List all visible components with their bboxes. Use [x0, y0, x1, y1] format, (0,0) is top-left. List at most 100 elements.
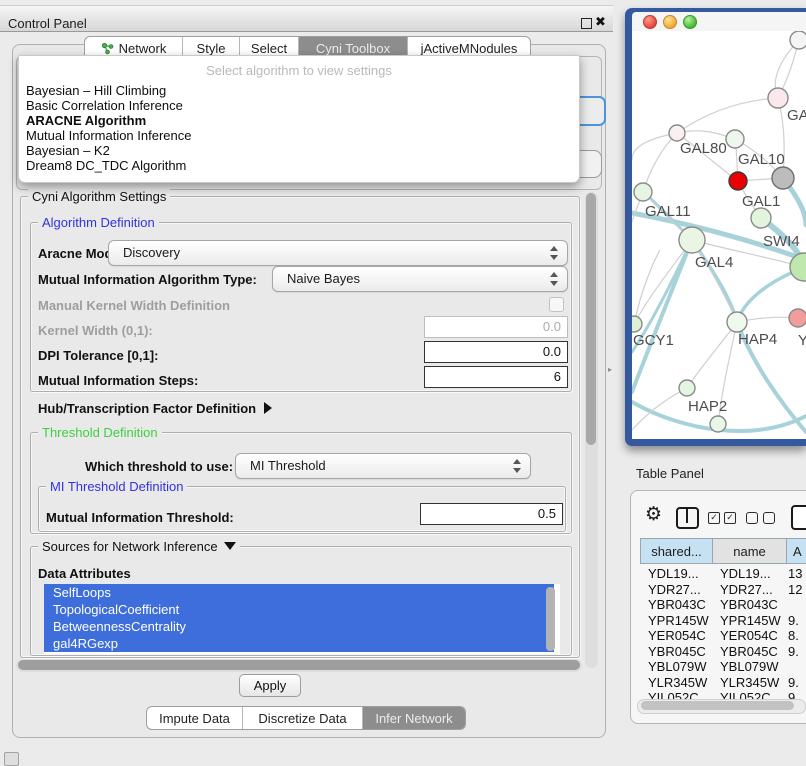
table-row[interactable]: YLR345WYLR345W9.: [640, 675, 806, 690]
network-icon: [101, 42, 114, 55]
tab-network-label: Network: [119, 41, 167, 56]
mi-algorithm-type-label: Mutual Information Algorithm Type:: [38, 272, 257, 287]
column-header-shared-name[interactable]: shared...: [640, 538, 713, 564]
network-node[interactable]: [768, 88, 788, 108]
column-header-partial[interactable]: A: [786, 538, 806, 564]
algorithm-option[interactable]: ARACNE Algorithm: [19, 113, 579, 128]
tab-infer-network[interactable]: Infer Network: [362, 707, 465, 729]
manual-kernel-width-checkbox[interactable]: [549, 297, 564, 312]
collapsed-panel-icon[interactable]: [4, 752, 19, 766]
network-node[interactable]: [726, 130, 744, 148]
dpi-tolerance-field[interactable]: 0.0: [424, 341, 568, 363]
network-node[interactable]: [727, 312, 747, 332]
control-panel-titlebar: Control Panel ✖: [0, 5, 613, 32]
network-node[interactable]: [729, 172, 747, 190]
table-tool-icon[interactable]: [791, 505, 806, 530]
tab-discretize-data[interactable]: Discretize Data: [242, 707, 362, 729]
table-row[interactable]: YBR043CYBR043C: [640, 597, 806, 612]
attribute-list-item[interactable]: BetweennessCentrality: [44, 618, 554, 635]
network-node[interactable]: [632, 316, 642, 332]
algorithm-option[interactable]: Mutual Information Inference: [19, 128, 579, 143]
which-threshold-value: MI Threshold: [250, 458, 326, 473]
table-row[interactable]: YDL19...YDL19...13: [640, 566, 806, 581]
unchecked-checkbox-icon[interactable]: [746, 512, 758, 524]
hub-definition-toggle[interactable]: Hub/Transcription Factor Definition: [38, 401, 272, 416]
algorithm-option[interactable]: Dream8 DC_TDC Algorithm: [19, 158, 579, 173]
table-cell: 9.: [788, 613, 799, 628]
network-node-label: HAP4: [738, 331, 777, 348]
table-row[interactable]: YBL079WYBL079W: [640, 659, 806, 674]
network-node[interactable]: [669, 125, 685, 141]
close-traffic-light-icon[interactable]: [643, 15, 657, 29]
algorithm-option[interactable]: Bayesian – Hill Climbing: [19, 83, 579, 98]
table-hscrollbar-thumb[interactable]: [641, 701, 794, 710]
tab-impute-data[interactable]: Impute Data: [147, 707, 242, 729]
checked-checkbox-icon[interactable]: ✓: [724, 512, 736, 524]
algorithm-option[interactable]: Basic Correlation Inference: [19, 98, 579, 113]
aracne-mode-select[interactable]: Discovery: [108, 240, 568, 266]
horizontal-scrollbar-thumb[interactable]: [18, 660, 580, 670]
mi-threshold-field[interactable]: 0.5: [420, 503, 563, 525]
data-attributes-list[interactable]: SelfLoopsTopologicalCoefficientBetweenne…: [44, 584, 560, 654]
cyni-settings-title: Cyni Algorithm Settings: [28, 189, 170, 204]
stepper-arrows-icon: [512, 458, 521, 474]
table-row[interactable]: YBR045CYBR045C9.: [640, 644, 806, 659]
network-node[interactable]: [679, 227, 705, 253]
dpi-tolerance-label: DPI Tolerance [0,1]:: [38, 348, 158, 363]
table-cell: YDL19...: [648, 566, 699, 581]
checked-checkbox-icon[interactable]: ✓: [708, 512, 720, 524]
minimize-traffic-light-icon[interactable]: [663, 15, 677, 29]
mi-algorithm-type-value: Naive Bayes: [287, 271, 360, 286]
attributes-scrollbar-thumb[interactable]: [546, 587, 555, 651]
attribute-list-item[interactable]: SelfLoops: [44, 584, 554, 601]
close-icon[interactable]: ✖: [595, 14, 606, 30]
network-node[interactable]: [772, 167, 794, 189]
algorithm-dropdown-popup: Select algorithm to view settings Bayesi…: [18, 55, 580, 183]
network-node[interactable]: [679, 380, 695, 396]
which-threshold-label: Which threshold to use:: [85, 459, 233, 474]
network-node[interactable]: [634, 183, 652, 201]
network-node[interactable]: [790, 31, 806, 49]
table-cell: 12: [788, 582, 802, 597]
mi-algorithm-type-select[interactable]: Naive Bayes: [272, 266, 568, 292]
sources-title-label: Sources for Network Inference: [42, 539, 218, 554]
table-row[interactable]: YER054CYER054C8.: [640, 628, 806, 643]
network-node-label: GAL10: [738, 151, 785, 168]
stepper-arrows-icon: [549, 245, 558, 261]
table-row[interactable]: YDR27... YDR27... 12: [640, 582, 806, 597]
mi-steps-field[interactable]: 6: [424, 366, 568, 388]
attribute-list-item[interactable]: gal4RGexp: [44, 635, 554, 652]
attribute-list-item[interactable]: TopologicalCoefficient: [44, 601, 554, 618]
network-node-label: GAL80: [680, 140, 727, 157]
column-header-name[interactable]: name: [712, 538, 787, 564]
table-cell: YBL079W: [648, 659, 707, 674]
threshold-definition-title: Threshold Definition: [38, 425, 162, 440]
table-cell: YDR27...: [720, 582, 773, 597]
split-columns-icon[interactable]: [676, 507, 699, 529]
kernel-width-field[interactable]: 0.0: [424, 316, 568, 338]
zoom-traffic-light-icon[interactable]: [683, 15, 697, 29]
table-cell: YBR043C: [648, 597, 706, 612]
vertical-scrollbar-thumb[interactable]: [586, 193, 596, 445]
network-node[interactable]: [710, 416, 726, 432]
table-cell: YER054C: [648, 628, 706, 643]
data-attributes-label: Data Attributes: [38, 566, 131, 581]
table-cell: YLR345W: [648, 675, 707, 690]
network-node[interactable]: [789, 309, 806, 327]
gear-icon[interactable]: ⚙: [645, 504, 662, 526]
table-cell: YPR145W: [720, 613, 781, 628]
network-window-titlebar[interactable]: [632, 12, 806, 31]
sources-title[interactable]: Sources for Network Inference: [38, 539, 240, 554]
float-window-icon[interactable]: [581, 18, 592, 29]
mi-steps-label: Mutual Information Steps:: [38, 373, 198, 388]
table-cell: 8.: [788, 628, 799, 643]
network-node[interactable]: [751, 208, 771, 228]
algorithm-option[interactable]: Bayesian – K2: [19, 143, 579, 158]
table-cell: YDR27...: [648, 582, 701, 597]
table-row[interactable]: YPR145WYPR145W9.: [640, 613, 806, 628]
expanded-arrow-icon: [224, 542, 236, 550]
network-graph[interactable]: GALGAL80GAL10GAL11GAL1SWI4GAL4GCY1HAP4YH…: [632, 31, 806, 439]
which-threshold-select[interactable]: MI Threshold: [235, 453, 531, 479]
apply-button[interactable]: Apply: [239, 674, 301, 697]
unchecked-checkbox-icon[interactable]: [763, 512, 775, 524]
